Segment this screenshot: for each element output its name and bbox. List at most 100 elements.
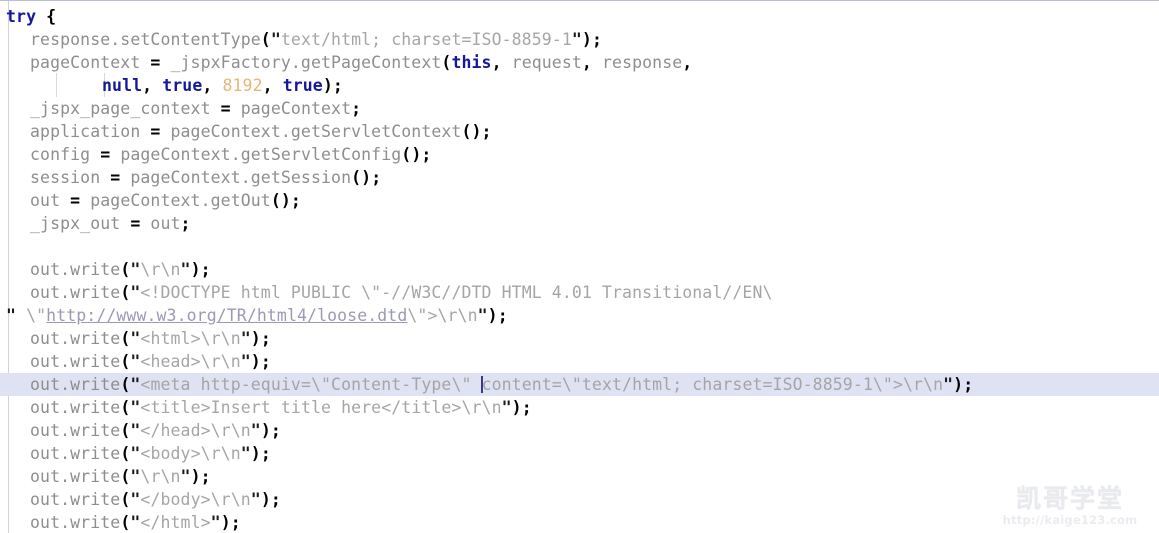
- code-token-punc: ;: [521, 398, 532, 417]
- code-token-ident: out.write: [30, 375, 121, 394]
- code-line[interactable]: out.write("\r\n");: [0, 465, 1159, 488]
- code-token-quote: ": [240, 444, 251, 463]
- code-token-quote: ": [943, 375, 954, 394]
- code-token-punc: ): [953, 375, 964, 394]
- code-line[interactable]: application = pageContext.getServletCont…: [0, 120, 1159, 143]
- code-token-quote: ": [6, 306, 17, 325]
- code-token-punc: ;: [481, 122, 492, 141]
- code-token-punc: ;: [200, 467, 211, 486]
- code-token-quote: ": [571, 30, 582, 49]
- code-token-punc: (): [461, 122, 482, 141]
- code-line[interactable]: out.write("\r\n");: [0, 258, 1159, 281]
- code-token-punc: ): [190, 467, 201, 486]
- code-token-quote: ": [130, 490, 141, 509]
- code-token-quote: ": [240, 352, 251, 371]
- code-token-num: 8192: [222, 76, 263, 95]
- code-token-punc: ): [250, 329, 261, 348]
- code-token-ident: _jspxFactory.getPageContext: [160, 53, 442, 72]
- code-token-quote: ": [130, 467, 141, 486]
- code-token-kw: try: [6, 7, 37, 26]
- code-token-str: \": [16, 306, 47, 325]
- code-token-punc: =: [220, 99, 231, 118]
- code-token-ident: pageContext.getServletContext: [160, 122, 462, 141]
- code-token-punc: ): [260, 421, 271, 440]
- code-token-ident: [273, 76, 283, 95]
- code-token-str: <body>\r\n: [140, 444, 241, 463]
- code-token-punc: (: [120, 490, 131, 509]
- code-token-quote: ": [501, 398, 512, 417]
- code-token-kw: true: [282, 76, 323, 95]
- code-token-ident: request: [501, 53, 582, 72]
- code-line[interactable]: [0, 235, 1159, 258]
- code-token-punc: (): [351, 168, 372, 187]
- code-token-ident: out.write: [30, 513, 121, 532]
- code-token-ident: [212, 76, 222, 95]
- code-token-punc: ;: [591, 30, 602, 49]
- code-token-punc: (: [120, 467, 131, 486]
- code-token-quote: ": [210, 513, 221, 532]
- code-token-str: content=\"text/html; charset=ISO-8859-1\…: [481, 375, 944, 394]
- code-line[interactable]: " \"http://www.w3.org/TR/html4/loose.dtd…: [0, 304, 1159, 327]
- code-token-ident: response.setContentType: [30, 30, 261, 49]
- code-line[interactable]: session = pageContext.getSession();: [0, 166, 1159, 189]
- code-token-str: <title>Insert title here</title>\r\n: [140, 398, 502, 417]
- code-token-quote: ": [130, 398, 141, 417]
- code-token-punc: ;: [332, 76, 343, 95]
- code-token-punc: ;: [351, 99, 362, 118]
- code-token-punc: (: [120, 421, 131, 440]
- code-line[interactable]: response.setContentType("text/html; char…: [0, 28, 1159, 51]
- code-token-punc: ;: [371, 168, 382, 187]
- code-token-kw: true: [162, 76, 203, 95]
- code-line[interactable]: out.write("<html>\r\n");: [0, 327, 1159, 350]
- code-line[interactable]: out.write("<!DOCTYPE html PUBLIC \"-//W3…: [0, 281, 1159, 304]
- code-line[interactable]: out = pageContext.getOut();: [0, 189, 1159, 212]
- code-token-str: <head>\r\n: [140, 352, 241, 371]
- code-token-punc: (: [260, 30, 271, 49]
- code-token-ident: out.write: [30, 398, 121, 417]
- code-lines-container[interactable]: try {response.setContentType("text/html;…: [0, 1, 1159, 533]
- code-token-quote: ": [130, 283, 141, 302]
- code-line[interactable]: out.write("</html>");: [0, 511, 1159, 533]
- code-token-punc: ,: [262, 76, 273, 95]
- code-token-str: \">\r\n: [407, 306, 478, 325]
- code-line[interactable]: try {: [0, 5, 1159, 28]
- code-token-punc: ;: [260, 444, 271, 463]
- code-line[interactable]: out.write("<head>\r\n");: [0, 350, 1159, 373]
- code-line[interactable]: out.write("</head>\r\n");: [0, 419, 1159, 442]
- code-token-ident: application: [30, 122, 151, 141]
- code-token-quote: ": [180, 260, 191, 279]
- code-token-str: <html>\r\n: [140, 329, 241, 348]
- code-token-ident: out.write: [30, 352, 121, 371]
- code-token-ident: _jspx_page_context: [30, 99, 221, 118]
- code-line[interactable]: config = pageContext.getServletConfig();: [0, 143, 1159, 166]
- code-token-punc: ,: [581, 53, 592, 72]
- code-token-punc: ): [511, 398, 522, 417]
- code-token-punc: =: [110, 168, 121, 187]
- code-token-str: </body>\r\n: [140, 490, 251, 509]
- code-token-punc: ): [220, 513, 231, 532]
- code-token-quote: ": [270, 30, 281, 49]
- code-token-ident: out.write: [30, 490, 121, 509]
- code-token-punc: ;: [497, 306, 508, 325]
- code-editor[interactable]: try {response.setContentType("text/html;…: [0, 0, 1159, 533]
- code-line[interactable]: pageContext = _jspxFactory.getPageContex…: [0, 51, 1159, 74]
- code-line[interactable]: out.write("<title>Insert title here</tit…: [0, 396, 1159, 419]
- code-line[interactable]: _jspx_page_context = pageContext;: [0, 97, 1159, 120]
- code-token-kw: this: [451, 53, 492, 72]
- code-token-punc: (: [120, 260, 131, 279]
- code-token-punc: (: [441, 53, 452, 72]
- code-line[interactable]: _jspx_out = out;: [0, 212, 1159, 235]
- code-token-punc: ;: [180, 214, 191, 233]
- code-line[interactable]: out.write("<body>\r\n");: [0, 442, 1159, 465]
- code-line[interactable]: out.write("</body>\r\n");: [0, 488, 1159, 511]
- code-token-ident: config: [30, 145, 101, 164]
- code-token-punc: {: [46, 7, 57, 26]
- code-token-punc: ): [190, 260, 201, 279]
- code-token-str: <meta http-equiv=\"Content-Type\": [140, 375, 482, 394]
- code-token-quote: ": [130, 352, 141, 371]
- code-line[interactable]: out.write("<meta http-equiv=\"Content-Ty…: [0, 373, 1159, 396]
- code-token-punc: ;: [200, 260, 211, 279]
- code-token-link[interactable]: http://www.w3.org/TR/html4/loose.dtd: [46, 306, 407, 325]
- code-line[interactable]: null, true, 8192, true);: [0, 74, 1159, 97]
- code-token-str: </head>\r\n: [140, 421, 251, 440]
